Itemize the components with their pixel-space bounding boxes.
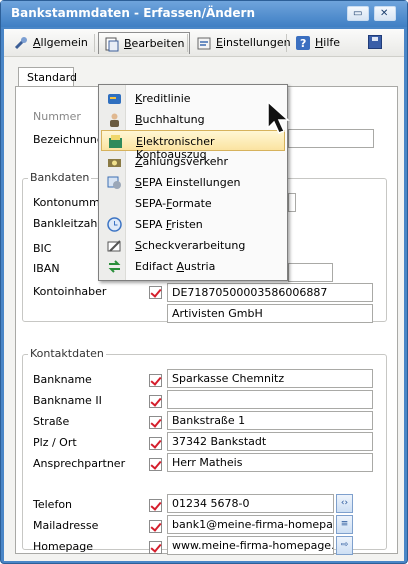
menu-bearbeiten[interactable]: Bearbeiten (98, 32, 191, 54)
menu-separator (286, 34, 287, 52)
iban-label: IBAN (33, 262, 60, 275)
help-icon: ? (296, 36, 310, 50)
menu-item-label: Kreditlinie (135, 92, 191, 105)
menu-einstellungen-label: Einstellungen (216, 36, 291, 49)
kontaktdaten-legend: Kontaktdaten (28, 347, 106, 360)
menu-item-sepa-fristen[interactable]: SEPA Fristen (101, 214, 285, 235)
plz-ort-checkbox[interactable] (149, 437, 162, 450)
nummer-label: Nummer (33, 110, 81, 123)
menu-item-label: Zahlungsverkehr (135, 155, 229, 168)
iban-field[interactable]: DE71870500003586006887 (167, 283, 373, 302)
wrench-icon (14, 37, 27, 50)
bic-label: BIC (33, 242, 52, 255)
bankname2-checkbox[interactable] (149, 395, 162, 408)
bankname2-label: Bankname II (33, 394, 102, 407)
bankdaten-legend: Bankdaten (28, 171, 92, 184)
document-icon (105, 37, 119, 52)
svg-text:?: ? (300, 37, 306, 50)
accountant-icon (110, 113, 119, 127)
menu-item-label: Scheckverarbeitung (135, 239, 246, 252)
bankname2-field[interactable] (167, 390, 373, 409)
kontonummer-label: Kontonumm (33, 196, 100, 209)
ansprechpartner-checkbox[interactable] (149, 458, 162, 471)
homepage-checkbox[interactable] (149, 541, 162, 554)
maximize-icon: ▭ (353, 8, 363, 19)
app-window: Bankstammdaten - Erfassen/Ändern ▭ ✕ All… (0, 0, 408, 564)
save-icon[interactable] (368, 35, 382, 49)
bezeichnung-label: Bezeichnung (33, 133, 104, 146)
bearbeiten-dropdown-menu: Kreditlinie Buchhaltung Elektronischer Kon… (98, 84, 288, 281)
cheque-pen-icon (107, 240, 121, 252)
menu-item-label: Buchhaltung (135, 113, 205, 126)
settings-icon (197, 37, 211, 50)
tab-standard-label: Standard (27, 71, 78, 84)
telefon-label: Telefon (33, 498, 73, 511)
menu-allgemein-label: Allgemein (33, 36, 88, 49)
ansprechpartner-label: Ansprechpartner (33, 457, 126, 470)
strasse-checkbox[interactable] (149, 416, 162, 429)
menu-item-label: SEPA Einstellungen (135, 176, 241, 189)
mailadresse-field[interactable]: bank1@meine-firma-homepage.de (167, 515, 334, 534)
kontoinhaber-checkbox[interactable] (149, 286, 162, 299)
bankname-checkbox[interactable] (149, 374, 162, 387)
bankname-label: Bankname (33, 373, 92, 386)
open-homepage-button[interactable]: ⇨ (336, 536, 353, 555)
close-button[interactable]: ✕ (374, 6, 396, 21)
plz-ort-label: Plz / Ort (33, 436, 77, 449)
menu-item-scheckverarbeitung[interactable]: Scheckverarbeitung (101, 235, 285, 256)
window-client: Allgemein Bearbeiten Einstellungen ? Hil… (4, 29, 404, 561)
payment-icon (108, 159, 121, 167)
menu-item-label: SEPA-Formate (135, 197, 212, 210)
window-title: Bankstammdaten - Erfassen/Ändern (11, 6, 255, 20)
menu-item-kreditlinie[interactable]: Kreditlinie (101, 88, 285, 109)
credit-line-icon (108, 94, 121, 104)
menu-separator (94, 34, 95, 52)
menu-hilfe[interactable]: ? Hilfe (290, 32, 345, 54)
bank-statement-icon (109, 135, 122, 148)
menu-separator (187, 34, 188, 52)
tab-standard[interactable]: Standard (18, 67, 78, 87)
dial-button[interactable]: ‹› (336, 494, 353, 513)
menu-item-label: SEPA Fristen (135, 218, 203, 231)
clock-icon (107, 217, 122, 232)
menu-item-label: Edifact Austria (135, 260, 216, 273)
menu-item-buchhaltung[interactable]: Buchhaltung (101, 109, 285, 130)
homepage-field[interactable]: www.meine-firma-homepage.de (167, 536, 334, 555)
strasse-field[interactable]: Bankstraße 1 (167, 411, 373, 430)
menu-bar: Allgemein Bearbeiten Einstellungen ? Hil… (4, 29, 404, 57)
ansprechpartner-field[interactable]: Herr Matheis (167, 453, 373, 472)
strasse-label: Straße (33, 415, 70, 428)
plz-ort-field[interactable]: 37342 Bankstadt (167, 432, 373, 451)
menu-hilfe-label: Hilfe (315, 36, 341, 49)
menu-allgemein[interactable]: Allgemein (8, 32, 93, 54)
menu-item-sepa-formate[interactable]: SEPA-Formate (101, 193, 285, 214)
exchange-arrows-icon (108, 260, 121, 273)
maximize-button[interactable]: ▭ (347, 6, 369, 21)
telefon-checkbox[interactable] (149, 499, 162, 512)
close-icon: ✕ (380, 8, 389, 19)
menu-item-elektronischer-kontoauszug[interactable]: Elektronischer Kontoauszug (101, 130, 285, 161)
menu-item-sepa-einstellungen[interactable]: SEPA Einstellungen (101, 172, 285, 193)
menu-bearbeiten-label: Bearbeiten (124, 37, 185, 50)
sepa-settings-icon (107, 176, 121, 189)
mailadresse-label: Mailadresse (33, 519, 99, 532)
menu-item-zahlungsverkehr[interactable]: Zahlungsverkehr (101, 151, 285, 172)
bankleitzahl-label: Bankleitzahl (33, 217, 101, 230)
menu-einstellungen[interactable]: Einstellungen (191, 32, 296, 54)
menu-item-edifact-austria[interactable]: Edifact Austria (101, 256, 285, 277)
bankname-field[interactable]: Sparkasse Chemnitz (167, 369, 373, 388)
mouse-cursor-icon (267, 100, 290, 134)
title-bar[interactable]: Bankstammdaten - Erfassen/Ändern ▭ ✕ (1, 1, 407, 27)
kontonummer-field[interactable] (288, 193, 296, 212)
telefon-field[interactable]: 01234 5678-0 (167, 494, 334, 513)
kontoinhaber-label: Kontoinhaber (33, 285, 107, 298)
kontoinhaber-field[interactable]: Artivisten GmbH (167, 304, 373, 323)
bezeichnung-field[interactable] (288, 129, 374, 148)
send-mail-button[interactable]: ≡ (336, 515, 353, 534)
mailadresse-checkbox[interactable] (149, 520, 162, 533)
bic-field[interactable] (288, 263, 333, 282)
homepage-label: Homepage (33, 540, 93, 553)
